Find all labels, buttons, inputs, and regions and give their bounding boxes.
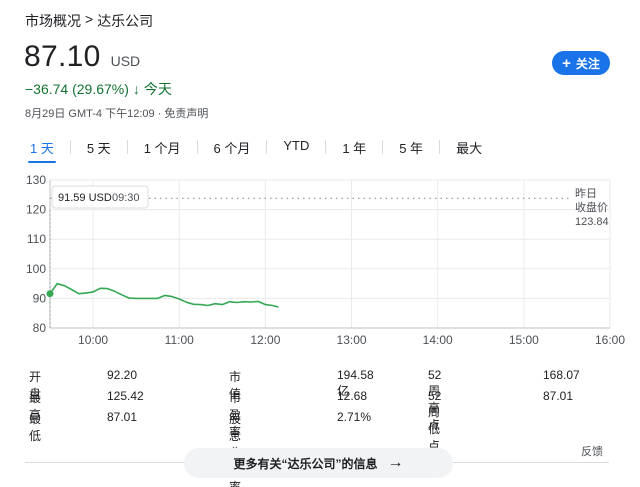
stat-value-52w-high: 168.07: [543, 368, 580, 382]
y-tick-label: 80: [33, 321, 47, 335]
tab-divider: [439, 140, 441, 154]
change-period: 今天: [143, 81, 172, 97]
tab-divider: [126, 140, 128, 154]
x-tick-label: 16:00: [595, 333, 625, 347]
follow-button[interactable]: + 关注: [552, 51, 610, 75]
y-tick-label: 130: [26, 173, 46, 187]
previous-close-label: 123.84: [575, 216, 609, 228]
x-tick-label: 14:00: [423, 333, 453, 347]
feedback-link[interactable]: 反馈: [581, 443, 603, 459]
y-tick-label: 90: [33, 291, 47, 305]
y-tick-label: 120: [26, 203, 46, 217]
tooltip-price: 91.59 USD: [58, 192, 112, 204]
breadcrumb-parent[interactable]: 市场概况: [25, 11, 81, 31]
price-line: [49, 282, 279, 308]
breadcrumb-separator: >: [85, 11, 94, 27]
x-tick-label: 15:00: [509, 333, 539, 347]
price-row: 87.10 USD: [24, 40, 140, 74]
change-value: −36.74 (29.67%): [25, 81, 129, 97]
price-chart[interactable]: 130 120 110 100 90 80 10:00 11:00 12:00 13:00 14:0…: [0, 168, 640, 358]
tab-6m[interactable]: 6 个月: [208, 136, 257, 163]
plus-icon: +: [562, 54, 571, 72]
tab-1m[interactable]: 1 个月: [138, 136, 187, 163]
hover-point: [46, 290, 54, 298]
previous-close-label: 收盘价: [575, 200, 608, 214]
x-tick-label: 13:00: [337, 333, 367, 347]
stat-value-low: 87.01: [107, 410, 138, 424]
breadcrumb: 市场概况 > 达乐公司: [25, 11, 153, 31]
tab-1d[interactable]: 1 天: [24, 136, 60, 163]
stat-value-52w-low: 87.01: [543, 389, 574, 403]
currency-label: USD: [110, 53, 141, 69]
stat-value-open: 92.20: [107, 368, 138, 382]
tab-divider: [325, 140, 327, 154]
arrow-right-icon: →: [387, 454, 404, 471]
stat-value-pe: 12.68: [337, 389, 368, 403]
y-tick-label: 110: [27, 232, 46, 246]
x-tick-label: 12:00: [250, 333, 280, 347]
follow-label: 关注: [575, 56, 600, 71]
stat-value-yield: 2.71%: [337, 410, 372, 424]
tab-1y[interactable]: 1 年: [336, 136, 372, 163]
tab-5y[interactable]: 5 年: [393, 136, 429, 163]
current-price: 87.10: [24, 40, 101, 73]
tab-divider: [69, 140, 71, 154]
x-tick-label: 11:00: [165, 333, 194, 347]
price-change: −36.74 (29.67%) ↓ 今天: [25, 79, 172, 99]
tab-max[interactable]: 最大: [450, 136, 488, 163]
tooltip-time: 09:30: [112, 192, 140, 204]
stat-label-low: 最低: [29, 412, 42, 443]
previous-close-label: 昨日: [575, 187, 597, 200]
quote-meta: 8月29日 GMT-4 下午12:09 · 免责声明: [25, 108, 209, 120]
range-tabs: 1 天 5 天 1 个月 6 个月 YTD 1 年 5 年 最大: [24, 136, 488, 163]
tab-divider: [266, 140, 268, 154]
arrow-down-icon: ↓: [132, 81, 140, 97]
x-tick-label: 10:00: [78, 333, 108, 347]
tab-divider: [196, 140, 198, 154]
breadcrumb-current: 达乐公司: [97, 13, 154, 29]
more-info-label: 更多有关“达乐公司”的信息: [233, 456, 378, 471]
tab-ytd[interactable]: YTD: [277, 136, 315, 163]
more-info-button[interactable]: 更多有关“达乐公司”的信息 →: [184, 448, 453, 478]
tab-5d[interactable]: 5 天: [81, 136, 117, 163]
y-tick-label: 100: [26, 262, 46, 276]
tab-divider: [382, 140, 384, 154]
stat-value-high: 125.42: [107, 389, 144, 403]
stat-label-52w-low: 52 周低点: [428, 389, 442, 453]
